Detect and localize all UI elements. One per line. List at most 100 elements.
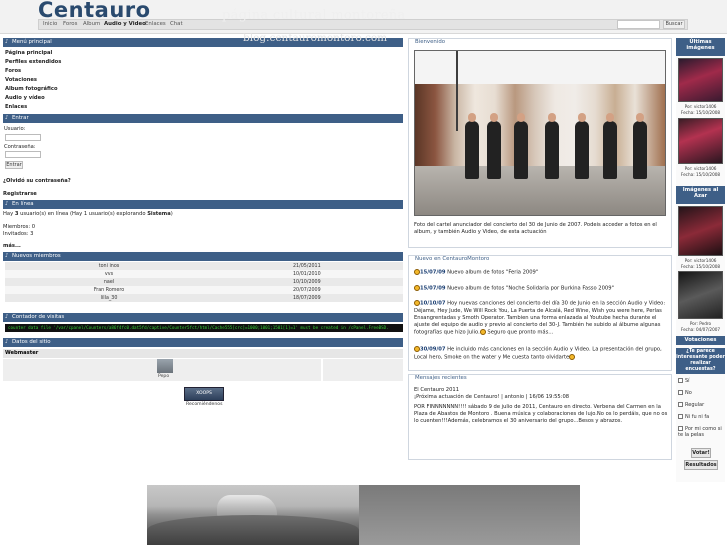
- band-member-head: [578, 113, 586, 122]
- counter-header: ♪ Contador de visitas: [3, 313, 403, 322]
- news-item: 15/07/09 Nuevo album de fotos "Feria 200…: [414, 269, 668, 277]
- more-link[interactable]: más...: [3, 243, 21, 249]
- image-date: Fecha: 15/10/2008: [680, 264, 721, 269]
- forgot-password-link[interactable]: ¿Olvidó su contraseña?: [3, 178, 71, 184]
- menu-item-forums[interactable]: Foros: [5, 68, 21, 74]
- search-button[interactable]: Buscar: [663, 20, 685, 29]
- poll-option[interactable]: Por mi como si te la pelas: [678, 426, 724, 438]
- news-text: He incluido más canciones en la sección …: [414, 346, 662, 361]
- poll-option-label: Por mi como si te la pelas: [678, 426, 722, 438]
- password-input[interactable]: [5, 151, 41, 158]
- online-prefix: Hay: [3, 211, 15, 217]
- checkbox[interactable]: [678, 414, 683, 419]
- image-date: Fecha: 15/10/2008: [680, 172, 721, 177]
- banner-town-photo: [147, 485, 359, 545]
- webmaster-label: Webmaster: [3, 349, 403, 358]
- poll-option-label: Sí: [685, 378, 690, 384]
- nav-chat[interactable]: Chat: [170, 21, 183, 27]
- band-member: [465, 121, 479, 179]
- random-image-thumb[interactable]: [678, 206, 723, 256]
- menu-item-album[interactable]: Album fotográfico: [5, 86, 58, 92]
- nav-foros[interactable]: Foros: [63, 21, 77, 27]
- news-item: 15/07/09 Nuevo album de fotos "Noche Sol…: [414, 285, 668, 293]
- nav-enlaces[interactable]: Enlaces: [145, 21, 166, 27]
- menu-item-home[interactable]: Página principal: [5, 50, 52, 56]
- message-body: POR FINNNNNNN!!!! sábado 9 de julio de 2…: [414, 404, 668, 424]
- hill-silhouette: [147, 515, 359, 545]
- music-note-icon: ♪: [5, 339, 9, 345]
- latest-image-thumb[interactable]: [678, 58, 723, 102]
- polls-header: Votaciones: [676, 336, 725, 345]
- webmaster-cell: Pepo: [3, 359, 321, 381]
- member-name[interactable]: nael: [5, 278, 213, 286]
- results-button[interactable]: Resultados: [684, 460, 718, 470]
- music-note-icon: ♪: [5, 39, 9, 45]
- message-forum[interactable]: El Centauro 2011: [414, 387, 668, 394]
- member-name[interactable]: Fran Romero: [5, 286, 213, 294]
- banner-title[interactable]: página cultural montoreña: [222, 8, 406, 23]
- member-date: 21/05/2011: [213, 262, 403, 270]
- music-note-icon: ♪: [5, 201, 9, 207]
- webmaster-name[interactable]: Pepo: [158, 374, 169, 379]
- image-author: Por: Pedro: [689, 321, 712, 326]
- main-menu-title: Menú principal: [12, 39, 52, 45]
- online-members: Miembros: 0: [3, 224, 36, 230]
- password-label: Contraseña:: [4, 144, 36, 150]
- empty-cell: [323, 359, 403, 381]
- photo-caption: Foto del cartel anunciador del concierto…: [414, 222, 657, 235]
- username-input[interactable]: [5, 134, 41, 141]
- table-row: Fran Romero 20/07/2009: [5, 286, 403, 294]
- checkbox[interactable]: [678, 390, 683, 395]
- table-row: toni inos 21/05/2011: [5, 262, 403, 270]
- recommend-link[interactable]: Recomiéndenos: [186, 402, 223, 407]
- menu-item-links[interactable]: Enlaces: [5, 104, 27, 110]
- poll-option-label: No: [685, 390, 692, 396]
- poll-option[interactable]: No: [678, 390, 724, 396]
- new-members-header: ♪ Nuevos miembros: [3, 252, 403, 261]
- avatar[interactable]: [157, 359, 173, 373]
- member-date: 18/07/2009: [213, 294, 403, 302]
- nav-inicio[interactable]: Inicio: [43, 21, 57, 27]
- online-guests: Invitados: 3: [3, 231, 34, 237]
- checkbox[interactable]: [678, 378, 683, 383]
- random-image-thumb[interactable]: [678, 271, 723, 319]
- poll-option[interactable]: Sí: [678, 378, 724, 384]
- online-mid: usuario(s) en línea (Hay 1 usuario(s) ex…: [18, 211, 148, 217]
- search-input[interactable]: [617, 20, 660, 29]
- register-link[interactable]: Registrarse: [3, 191, 37, 197]
- online-summary: Hay 3 usuario(s) en línea (Hay 1 usuario…: [3, 211, 173, 217]
- login-header: ♪ Entrar: [3, 114, 403, 123]
- image-date: Fecha: 15/10/2008: [680, 110, 721, 115]
- bottom-banner[interactable]: [147, 485, 580, 545]
- left-column: ♪ Menú principal Página principal Perfil…: [3, 38, 403, 482]
- latest-image-thumb[interactable]: [678, 118, 723, 164]
- checkbox[interactable]: [678, 426, 683, 431]
- image-author: Por: victor1406: [684, 166, 717, 171]
- news-date: 10/10/07: [420, 300, 446, 307]
- poll-option[interactable]: Ni fu ni fa: [678, 414, 724, 420]
- member-name[interactable]: toni inos: [5, 262, 213, 270]
- menu-item-polls[interactable]: Votaciones: [5, 77, 37, 83]
- nav-album[interactable]: Album: [83, 21, 100, 27]
- poll-option[interactable]: Regular: [678, 402, 724, 408]
- site-data-table: Webmaster Pepo: [3, 349, 403, 381]
- menu-item-audio-video[interactable]: Audio y vídeo: [5, 95, 45, 101]
- band-member-head: [636, 113, 644, 122]
- checkbox[interactable]: [678, 402, 683, 407]
- member-name[interactable]: lilla_30: [5, 294, 213, 302]
- music-note-icon: ♪: [5, 314, 9, 320]
- login-button[interactable]: Entrar: [5, 161, 23, 169]
- vote-button[interactable]: Votar!: [691, 448, 711, 458]
- xoops-badge[interactable]: XOOPS: [184, 387, 224, 401]
- new-members-table: toni inos 21/05/2011 vvs 10/01/2010 nael 10…: [5, 262, 403, 302]
- music-note-icon: ♪: [5, 115, 9, 121]
- concert-photo[interactable]: [414, 50, 666, 216]
- menu-item-profiles[interactable]: Perfiles extendidos: [5, 59, 61, 65]
- member-date: 10/01/2010: [213, 270, 403, 278]
- banner-subtitle[interactable]: blog.centauromontoro.com: [243, 32, 387, 44]
- nav-audio-video[interactable]: Audio y Video: [104, 21, 146, 27]
- member-name[interactable]: vvs: [5, 270, 213, 278]
- message-subject[interactable]: ¡Próxima actuación de Centauro! | antoni…: [414, 394, 668, 401]
- band-member: [487, 121, 501, 179]
- town-silhouette: [217, 495, 277, 517]
